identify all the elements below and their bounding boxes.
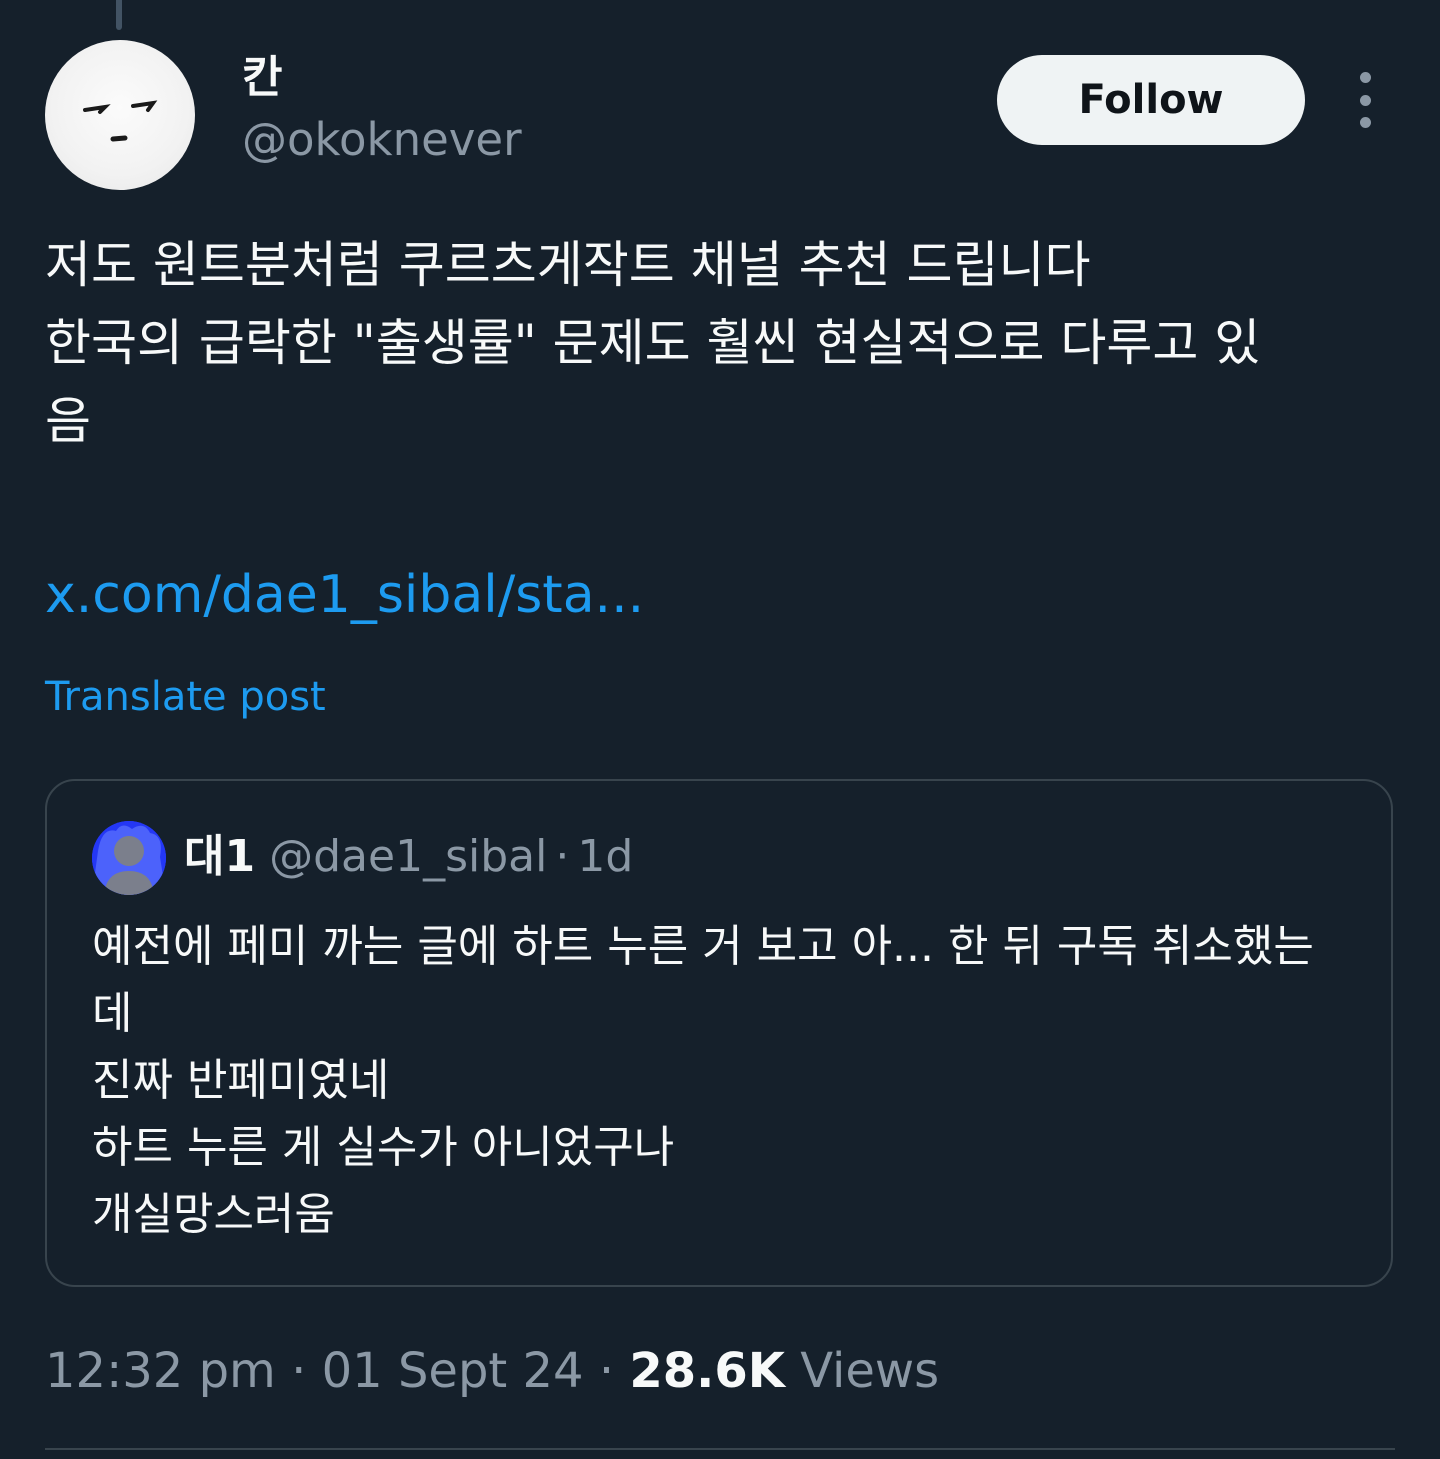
author-handle[interactable]: @okoknever [242,113,522,167]
quoted-text-line: 개실망스러움 [92,1189,335,1240]
post-link[interactable]: x.com/dae1_sibal/sta... [45,564,644,626]
header-separator: · [555,831,570,882]
default-profile-icon [92,821,166,895]
post-detail: 칸 @okoknever Follow 저도 원트분처럼 쿠르츠게작트 채널 추… [0,0,1440,1459]
quoted-text-line: 하트 누른 게 실수가 아니었구나 [92,1122,675,1173]
quoted-text-line: 예전에 페미 까는 글에 하트 누른 거 보고 아... 한 뒤 구독 취소했는 [92,921,1314,972]
quoted-author-handle: @dae1_sibal [269,831,548,882]
meta-separator: · [291,1343,307,1399]
post-text-line: 저도 원트분처럼 쿠르츠게작트 채널 추천 드립니다 [45,236,1091,294]
post-body: 저도 원트분처럼 쿠르츠게작트 채널 추천 드립니다 한국의 급락한 "출생률"… [45,226,1405,460]
views-count[interactable]: 28.6K [629,1343,785,1399]
more-dot [1359,72,1371,83]
author-avatar[interactable] [45,40,195,190]
quoted-post-header: 대1 @dae1_sibal · 1d [184,831,633,884]
follow-button[interactable]: Follow [997,55,1305,145]
face-drawing-icon [83,100,158,142]
post-date[interactable]: 01 Sept 24 [322,1343,584,1399]
more-vertical-icon[interactable] [1345,72,1385,128]
more-dot [1359,94,1371,106]
meta-separator: · [598,1343,615,1399]
divider [45,1448,1395,1450]
thread-connector-line [116,0,122,30]
more-dot [1359,117,1371,128]
post-time[interactable]: 12:32 pm [45,1343,276,1399]
author-display-name[interactable]: 칸 [242,52,282,105]
quoted-post-card[interactable]: 대1 @dae1_sibal · 1d 예전에 페미 까는 글에 하트 누른 거 보고… [45,779,1393,1287]
quoted-text-line: 데 [92,988,133,1039]
quoted-text-line: 진짜 반페미였네 [92,1055,390,1106]
quoted-post-body: 예전에 페미 까는 글에 하트 누른 거 보고 아... 한 뒤 구독 취소했는… [92,913,1352,1248]
quoted-author-avatar[interactable] [92,821,166,895]
quoted-post-time: 1d [577,831,634,882]
quoted-author-name: 대1 [184,831,256,882]
translate-post-link[interactable]: Translate post [45,673,326,721]
post-text-line: 한국의 급락한 "출생률" 문제도 훨씬 현실적으로 다루고 있 [45,314,1261,372]
views-label[interactable]: Views [800,1343,939,1399]
post-text-line: 음 [45,392,91,450]
post-metadata: 12:32 pm · 01 Sept 24 · 28.6K Views [45,1343,939,1401]
